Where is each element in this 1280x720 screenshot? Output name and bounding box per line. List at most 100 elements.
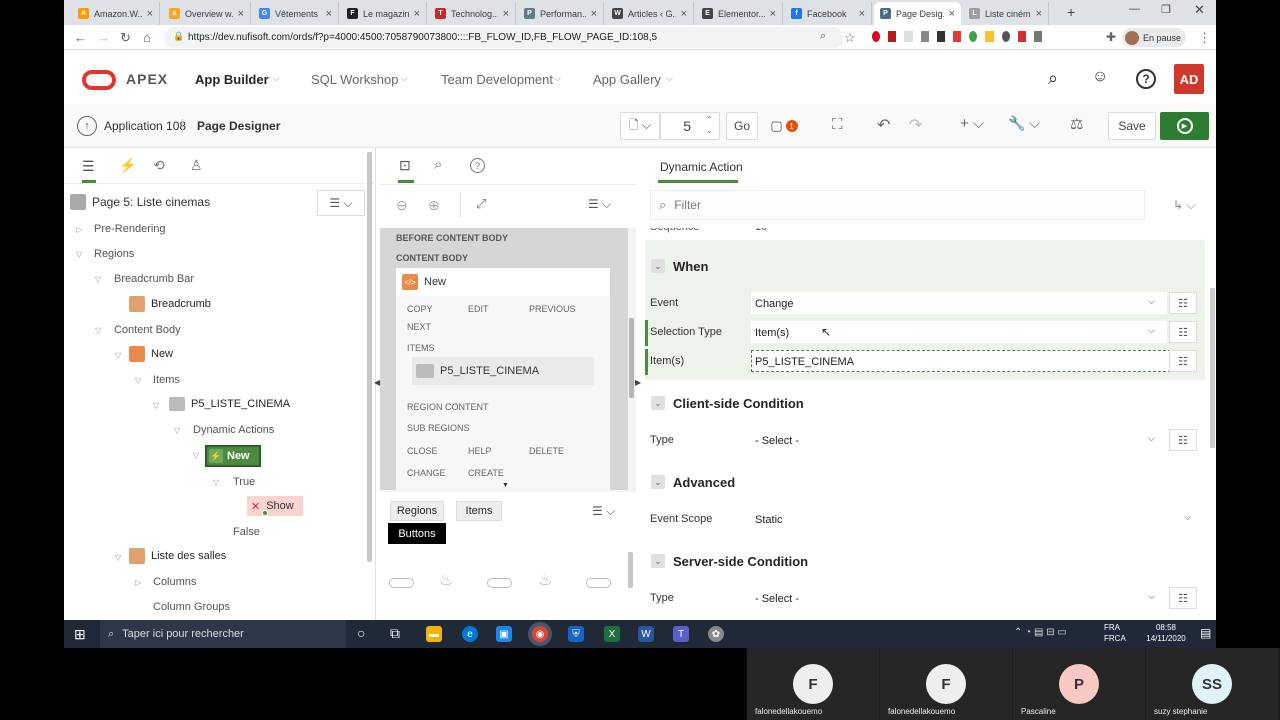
collapse-icon[interactable]: ▽ bbox=[95, 326, 101, 335]
extensions-puzzle-icon[interactable]: ✚ bbox=[1106, 30, 1116, 44]
tree-regions[interactable]: Regions bbox=[94, 248, 134, 260]
language-indicator[interactable]: FRA FRCA bbox=[1104, 622, 1126, 644]
items-input[interactable]: P5_LISTE_CINEMA bbox=[751, 350, 1171, 372]
windows-start-icon[interactable]: ⊞ bbox=[74, 626, 86, 643]
go-button[interactable]: Go bbox=[726, 112, 758, 140]
quick-pick-icon[interactable]: ☷ bbox=[1169, 429, 1197, 451]
item-picker-icon[interactable]: ☷ bbox=[1169, 350, 1197, 372]
hot-button-icon[interactable]: ♨ bbox=[439, 570, 453, 590]
button-template-icon[interactable] bbox=[389, 578, 414, 588]
chrome-icon[interactable]: ◉ bbox=[532, 626, 548, 642]
region-header[interactable]: </> New bbox=[396, 268, 610, 296]
layout-menu-icon[interactable]: ☰ ⌵ bbox=[588, 197, 611, 212]
tab-close-icon[interactable]: × bbox=[770, 8, 776, 20]
browser-tab[interactable]: T Technolog... × bbox=[429, 2, 516, 25]
section-when[interactable]: ⌄ When bbox=[645, 249, 1205, 283]
browser-tab[interactable]: P Page Desig... × bbox=[874, 2, 961, 25]
cortana-icon[interactable]: ○ bbox=[357, 625, 365, 641]
tab-close-icon[interactable]: × bbox=[1036, 8, 1042, 20]
position-next[interactable]: NEXT bbox=[407, 322, 431, 332]
collapse-icon[interactable]: ▽ bbox=[153, 401, 159, 410]
tab-close-icon[interactable]: × bbox=[326, 8, 332, 20]
utilities-wrench-icon[interactable]: 🔧 ⌵ bbox=[1008, 115, 1040, 132]
quick-pick-icon[interactable]: ☷ bbox=[1169, 292, 1197, 314]
dynamic-actions-tab-icon[interactable]: ⚡ bbox=[119, 157, 136, 174]
chevron-down-icon[interactable]: ⌵ bbox=[1148, 591, 1155, 602]
tree-items[interactable]: Items bbox=[153, 374, 180, 386]
tree-breadcrumb-bar[interactable]: Breadcrumb Bar bbox=[114, 273, 194, 285]
property-scrollbar[interactable] bbox=[1210, 288, 1215, 448]
participant-tile[interactable]: P Pascaline bbox=[1013, 648, 1145, 720]
page-stepper-icon[interactable]: ⌃ ⌄ bbox=[706, 114, 713, 136]
tree-da-new-selected[interactable]: ⚡ New bbox=[205, 445, 261, 467]
tree-menu-button[interactable]: ☰ ⌵ bbox=[317, 190, 365, 216]
collapse-icon[interactable]: ▽ bbox=[174, 426, 180, 435]
collapse-icon[interactable]: ▽ bbox=[115, 553, 121, 562]
browser-tab[interactable]: a Overview w... × bbox=[163, 2, 251, 25]
chevron-down-icon[interactable]: ⌵ bbox=[1148, 433, 1155, 444]
layout-tab-icon[interactable]: ⊡ bbox=[399, 157, 411, 174]
browser-tab[interactable]: E Elementor... × bbox=[696, 2, 783, 25]
gallery-scrollbar[interactable] bbox=[628, 552, 633, 588]
new-tab-icon[interactable]: + bbox=[1067, 4, 1075, 20]
teams-icon[interactable]: T bbox=[673, 626, 689, 642]
quick-pick-icon[interactable]: ☷ bbox=[1169, 587, 1197, 609]
user-settings-icon[interactable]: ☺ bbox=[1092, 68, 1108, 86]
participant-tile[interactable]: SS suzy stephanie bbox=[1146, 648, 1278, 720]
help-tab-icon[interactable]: ? bbox=[470, 158, 485, 173]
tree-columns[interactable]: Columns bbox=[153, 576, 196, 588]
back-icon[interactable]: ← bbox=[74, 30, 87, 45]
chevron-down-icon[interactable]: ⌵ bbox=[401, 73, 408, 84]
menu-app-gallery[interactable]: App Gallery bbox=[593, 72, 661, 87]
clock[interactable]: 08:58 14/11/2020 bbox=[1140, 622, 1192, 644]
tab-close-icon[interactable]: × bbox=[147, 8, 153, 20]
tree-column-groups[interactable]: Column Groups bbox=[153, 601, 230, 613]
chevron-down-icon[interactable]: ⌵ bbox=[666, 73, 673, 84]
section-server-side-condition[interactable]: ⌄ Server-side Condition bbox=[645, 544, 1205, 578]
browser-tab[interactable]: P Performan... × bbox=[518, 2, 604, 25]
collapse-icon[interactable]: ▽ bbox=[135, 376, 141, 385]
position-region-content[interactable]: REGION CONTENT bbox=[407, 402, 489, 412]
tab-close-icon[interactable]: × bbox=[859, 8, 865, 20]
hot-button-icon[interactable]: ♨ bbox=[538, 570, 552, 590]
messages-button[interactable]: ▢ 1 bbox=[763, 112, 805, 140]
tree-action-show[interactable]: ✕ Show bbox=[247, 496, 303, 516]
position-close[interactable]: CLOSE bbox=[407, 446, 438, 456]
expand-icon[interactable]: ▷ bbox=[135, 578, 141, 587]
apex-logo-text[interactable]: APEX bbox=[126, 71, 168, 87]
task-view-icon[interactable]: ⧉ bbox=[390, 625, 400, 642]
page-selector-button[interactable]: 🗋 ⌵ bbox=[620, 112, 660, 140]
gallery-tab-items[interactable]: Items bbox=[456, 501, 502, 521]
middle-scrollbar[interactable] bbox=[629, 318, 634, 398]
collapse-icon[interactable]: ▽ bbox=[213, 478, 219, 487]
tab-close-icon[interactable]: × bbox=[681, 8, 687, 20]
help-icon[interactable]: ? bbox=[1136, 69, 1156, 89]
app-icon[interactable]: ✿ bbox=[708, 626, 724, 642]
tree-breadcrumb[interactable]: Breadcrumb bbox=[129, 296, 211, 312]
tree-content-body[interactable]: Content Body bbox=[114, 324, 181, 336]
zoom-icon[interactable]: ⌕ bbox=[820, 30, 826, 43]
filter-input[interactable]: ⌕ Filter bbox=[650, 190, 1145, 220]
store-icon[interactable]: ⛨ bbox=[568, 626, 584, 642]
gallery-tab-regions[interactable]: Regions bbox=[390, 501, 444, 521]
server-type-select[interactable]: - Select - bbox=[751, 587, 1167, 609]
browser-tab[interactable]: F Le magazin... × bbox=[341, 2, 427, 25]
menu-sql-workshop[interactable]: SQL Workshop bbox=[311, 72, 398, 87]
close-window-icon[interactable]: ✕ bbox=[1194, 2, 1205, 18]
tree-region-new[interactable]: New bbox=[129, 346, 173, 362]
selection-type-select[interactable]: Item(s) bbox=[751, 321, 1167, 343]
run-page-button[interactable]: ▶ bbox=[1160, 112, 1209, 140]
browser-menu-icon[interactable]: ⋮ bbox=[1198, 30, 1211, 46]
tab-close-icon[interactable]: × bbox=[503, 8, 509, 20]
tree-pre-rendering[interactable]: Pre-Rendering bbox=[94, 223, 166, 235]
client-type-select[interactable]: - Select - bbox=[751, 429, 1167, 451]
tab-dynamic-action[interactable]: Dynamic Action bbox=[660, 160, 743, 174]
minimize-icon[interactable]: — bbox=[1129, 3, 1140, 15]
zoom-in-icon[interactable]: ⊕ bbox=[428, 197, 440, 214]
position-help[interactable]: HELP bbox=[468, 446, 492, 456]
browser-tab[interactable]: f Facebook × bbox=[785, 2, 872, 25]
app-icon[interactable]: ▣ bbox=[496, 626, 512, 642]
chevron-down-icon[interactable]: ⌵ bbox=[1148, 325, 1155, 336]
save-button[interactable]: Save bbox=[1108, 112, 1156, 140]
event-select[interactable]: Change bbox=[751, 292, 1167, 314]
